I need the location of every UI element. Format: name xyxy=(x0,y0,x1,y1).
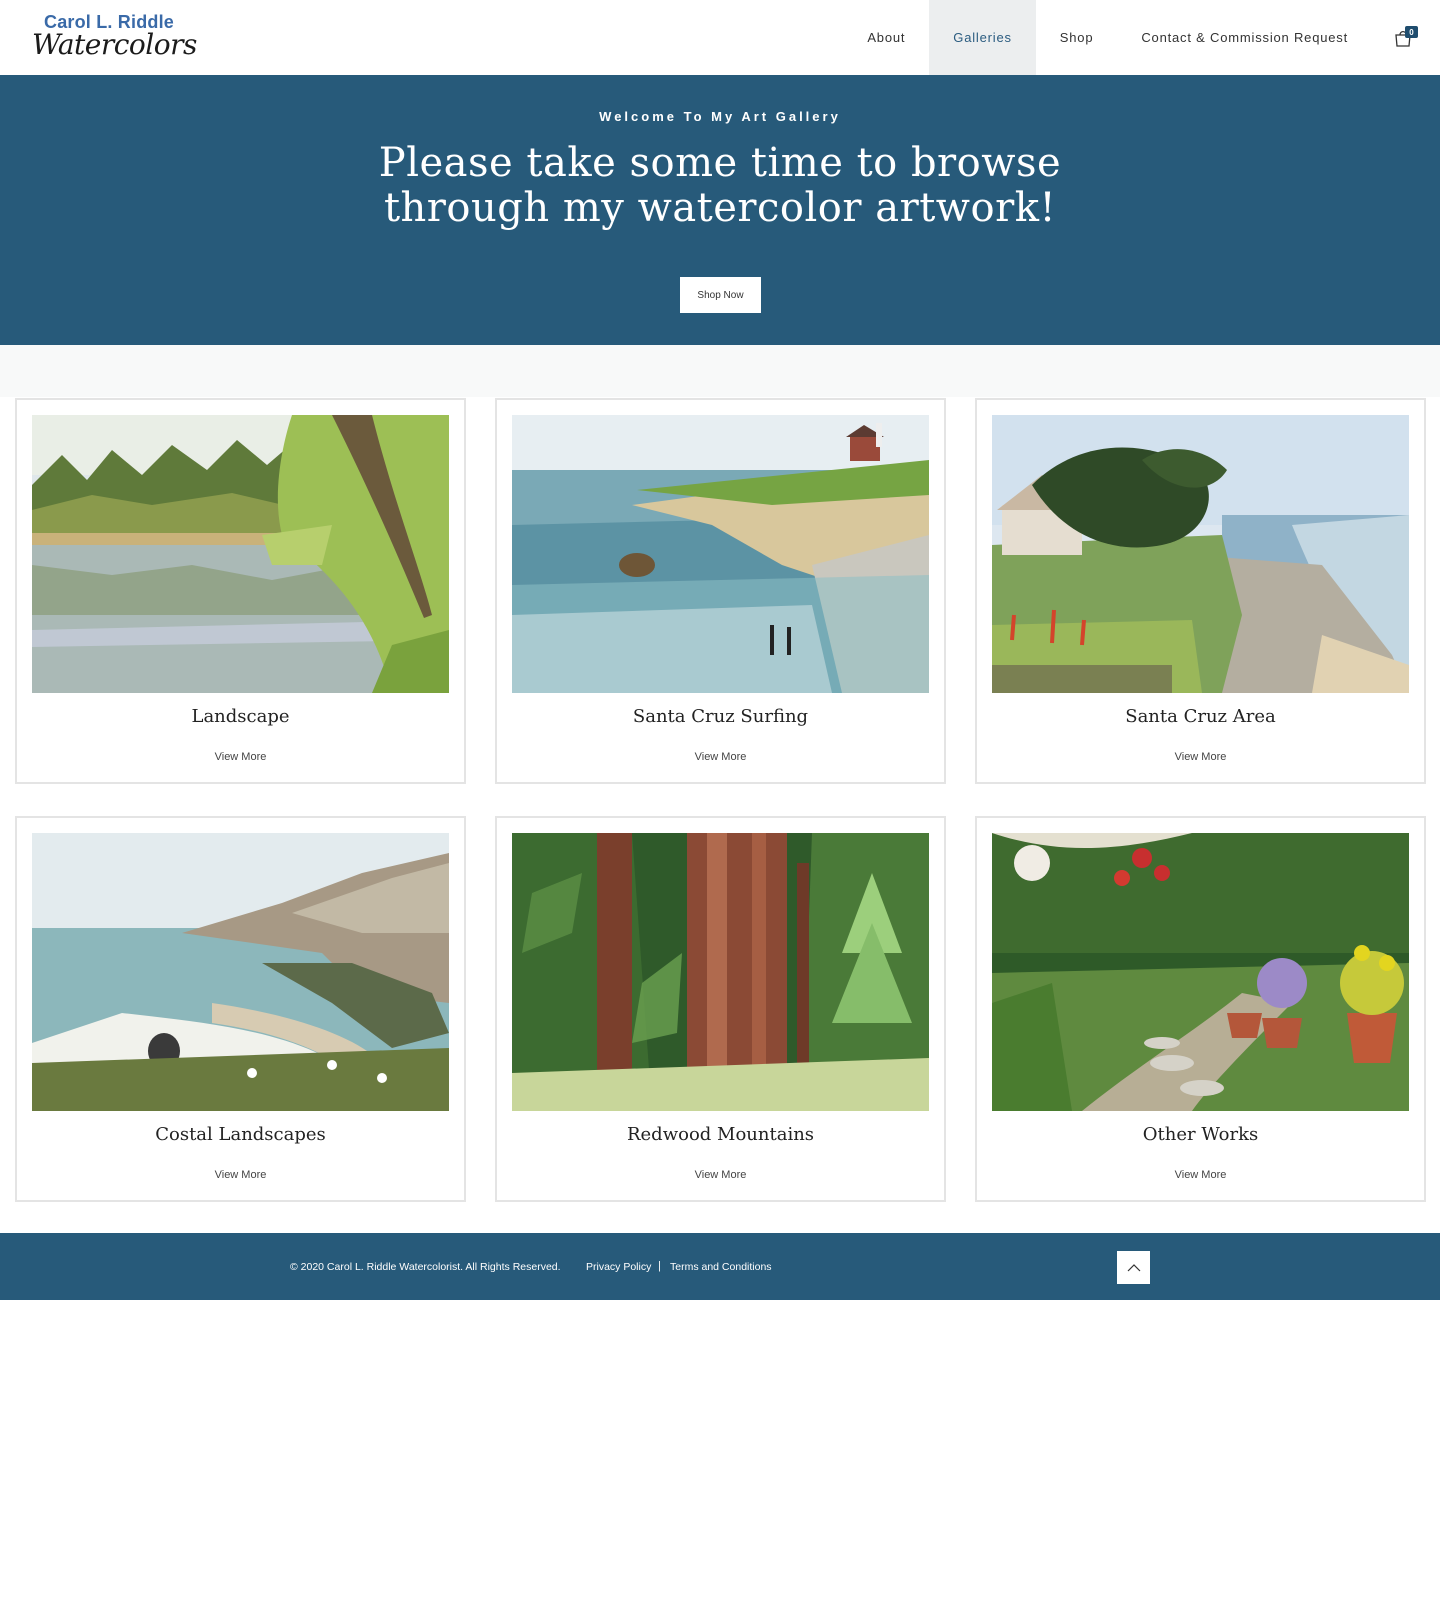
gallery-card-redwood-mountains[interactable]: Redwood Mountains View More xyxy=(495,816,946,1202)
gallery-title: Redwood Mountains xyxy=(626,1124,815,1145)
gallery-image-redwood-mountains[interactable] xyxy=(512,833,929,1111)
nav-item-shop[interactable]: Shop xyxy=(1036,0,1118,75)
hero-banner: Welcome To My Art Gallery Please take so… xyxy=(0,75,1440,345)
gallery-title: Santa Cruz Surfing xyxy=(632,706,809,727)
terms-link[interactable]: Terms and Conditions xyxy=(670,1261,772,1273)
view-more-link[interactable]: View More xyxy=(17,1169,464,1181)
chevron-up-icon xyxy=(1127,1264,1140,1272)
gallery-image-costal-landscapes[interactable] xyxy=(32,833,449,1111)
view-more-link[interactable]: View More xyxy=(497,751,944,763)
privacy-policy-link[interactable]: Privacy Policy xyxy=(586,1261,651,1273)
gallery-image-santa-cruz-surfing[interactable] xyxy=(512,415,929,693)
gallery-card-landscape[interactable]: Landscape View More xyxy=(15,398,466,784)
logo-name-line2: Watercolors xyxy=(32,28,197,61)
section-spacer xyxy=(0,345,1440,397)
back-to-top-button[interactable] xyxy=(1117,1251,1150,1284)
nav-item-about[interactable]: About xyxy=(843,0,929,75)
cart-button[interactable]: 0 xyxy=(1372,0,1440,75)
hero-title: Please take some time to browse through … xyxy=(378,140,1062,231)
copyright-text: © 2020 Carol L. Riddle Watercolorist. Al… xyxy=(290,1261,561,1273)
gallery-title: Landscape xyxy=(191,706,290,727)
hero-kicker: Welcome To My Art Gallery xyxy=(599,109,841,124)
shop-now-button[interactable]: Shop Now xyxy=(680,277,761,313)
view-more-link[interactable]: View More xyxy=(977,1169,1424,1181)
gallery-title: Costal Landscapes xyxy=(155,1124,326,1145)
main-nav: About Galleries Shop Contact & Commissio… xyxy=(843,0,1440,75)
cart-count-badge: 0 xyxy=(1405,26,1418,38)
footer-separator: | xyxy=(658,1260,661,1272)
gallery-card-costal-landscapes[interactable]: Costal Landscapes View More xyxy=(15,816,466,1202)
gallery-title: Santa Cruz Area xyxy=(1125,706,1276,727)
gallery-title: Other Works xyxy=(1142,1124,1259,1145)
nav-item-contact[interactable]: Contact & Commission Request xyxy=(1117,0,1372,75)
site-logo[interactable]: Carol L. Riddle Watercolors xyxy=(32,12,197,62)
view-more-link[interactable]: View More xyxy=(17,751,464,763)
gallery-card-santa-cruz-surfing[interactable]: Santa Cruz Surfing View More xyxy=(495,398,946,784)
gallery-card-other-works[interactable]: Other Works View More xyxy=(975,816,1426,1202)
site-footer: © 2020 Carol L. Riddle Watercolorist. Al… xyxy=(0,1233,1440,1300)
gallery-image-other-works[interactable] xyxy=(992,833,1409,1111)
nav-item-galleries[interactable]: Galleries xyxy=(929,0,1036,75)
gallery-image-santa-cruz-area[interactable] xyxy=(992,415,1409,693)
view-more-link[interactable]: View More xyxy=(497,1169,944,1181)
gallery-image-landscape[interactable] xyxy=(32,415,449,693)
gallery-card-santa-cruz-area[interactable]: Santa Cruz Area View More xyxy=(975,398,1426,784)
site-header: Carol L. Riddle Watercolors About Galler… xyxy=(0,0,1440,75)
view-more-link[interactable]: View More xyxy=(977,751,1424,763)
